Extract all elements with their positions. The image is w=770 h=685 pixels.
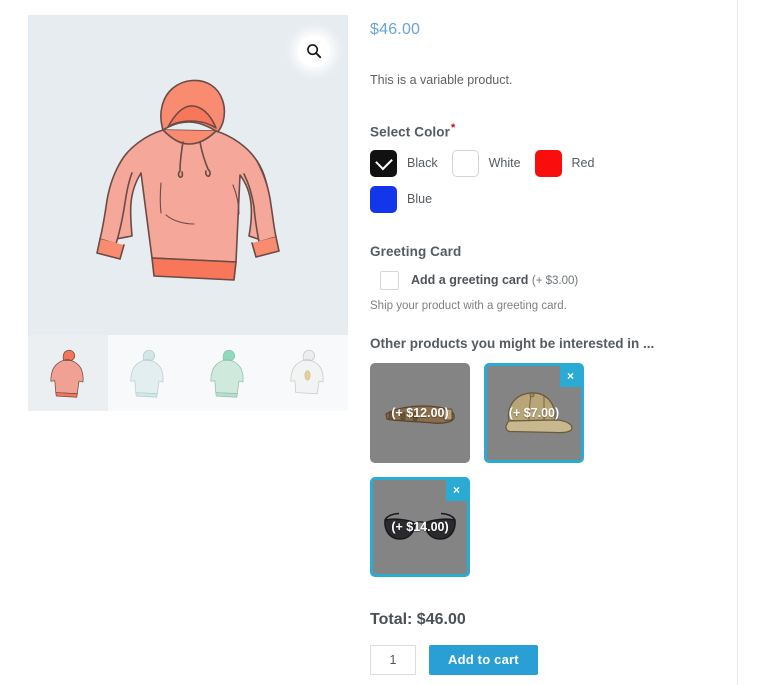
greeting-card-price: (+ $3.00) <box>531 275 579 287</box>
select-color-label: Select Color* <box>370 122 720 140</box>
greeting-card-help-text: Ship your product with a greeting card. <box>370 299 567 312</box>
check-icon <box>374 152 393 171</box>
product-short-description: This is a variable product. <box>370 73 513 87</box>
color-option-white[interactable]: White <box>451 149 521 177</box>
order-total: Total: $46.00 <box>370 610 466 628</box>
color-label-black: Black <box>407 156 438 170</box>
other-products-title: Other products you might be interested i… <box>370 335 655 351</box>
other-products-grid: (+ $12.00) (+ $7.00) × (+ $14.00) × <box>370 362 610 591</box>
other-product-belt[interactable]: (+ $12.00) <box>370 362 470 463</box>
color-swatch-white[interactable] <box>451 149 479 177</box>
product-price: $46.00 <box>370 21 421 38</box>
belt-price: (+ $12.00) <box>391 405 449 420</box>
product-page: $46.00 This is a variable product. Selec… <box>0 0 770 685</box>
color-option-red[interactable]: Red <box>534 149 595 177</box>
greeting-card-checkbox-label: Add a greeting card <box>411 273 529 287</box>
hoodie-thumb-icon <box>130 349 164 398</box>
color-option-black[interactable]: Black <box>370 149 438 177</box>
hoodie-thumb-icon <box>210 349 244 398</box>
select-color-text: Select Color <box>370 124 450 140</box>
zoom-image-button[interactable] <box>298 35 330 67</box>
main-product-image[interactable] <box>28 15 348 335</box>
hoodie-illustration <box>96 79 280 281</box>
hoodie-thumb-icon <box>50 349 84 398</box>
page-right-divider <box>737 0 738 685</box>
quantity-input[interactable] <box>370 644 416 675</box>
other-product-sunglasses[interactable]: (+ $14.00) × <box>370 476 470 577</box>
color-swatch-red[interactable] <box>534 149 562 177</box>
color-label-blue: Blue <box>407 192 433 206</box>
color-label-red: Red <box>571 156 595 170</box>
thumbnail-item-3[interactable] <box>188 335 268 411</box>
remove-sunglasses-button[interactable]: × <box>446 479 467 501</box>
color-swatch-blue[interactable] <box>370 185 397 213</box>
search-icon <box>307 44 322 59</box>
other-product-cap[interactable]: (+ $7.00) × <box>484 362 584 463</box>
color-swatch-black[interactable] <box>370 149 397 177</box>
color-option-blue[interactable]: Blue <box>370 185 433 213</box>
sunglasses-price: (+ $14.00) <box>391 519 449 534</box>
add-to-cart-button[interactable]: Add to cart <box>429 644 538 675</box>
thumbnail-item-1[interactable] <box>28 335 108 411</box>
required-asterisk: * <box>450 122 456 134</box>
thumbnail-item-2[interactable] <box>108 335 188 411</box>
product-gallery <box>28 15 348 411</box>
hoodie-thumb-icon <box>290 349 324 395</box>
add-to-cart-row: Add to cart <box>370 644 720 675</box>
cap-price: (+ $7.00) <box>508 405 560 420</box>
remove-cap-button[interactable]: × <box>560 365 581 387</box>
color-swatch-group: Black White Red Blue <box>370 149 680 222</box>
thumbnail-item-4[interactable] <box>268 335 348 411</box>
product-details: $46.00 This is a variable product. Selec… <box>370 0 720 675</box>
thumbnail-strip <box>28 335 348 411</box>
color-label-white: White <box>488 156 521 170</box>
greeting-card-label: Greeting Card <box>370 243 462 259</box>
greeting-card-option[interactable]: Add a greeting card (+ $3.00) <box>380 270 720 290</box>
greeting-card-option-text: Add a greeting card (+ $3.00) <box>411 273 578 287</box>
greeting-card-checkbox[interactable] <box>380 270 399 290</box>
